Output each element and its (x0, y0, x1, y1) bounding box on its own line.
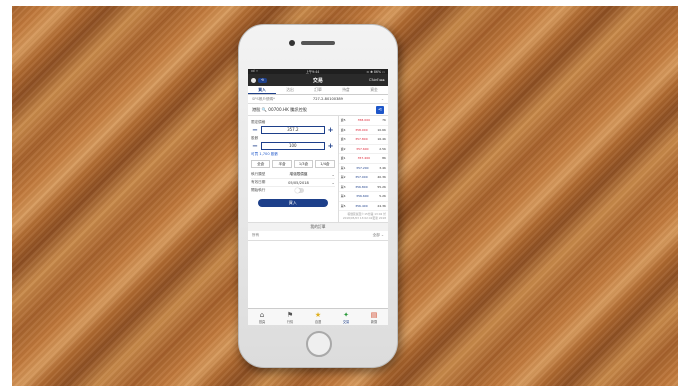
order-book-row[interactable]: 買1 357.200 3.4K (338, 164, 388, 173)
nav-home[interactable]: ⌂ 首頁 (248, 309, 276, 325)
share-icon[interactable]: ⋖ (376, 105, 384, 114)
full-position-button[interactable]: 全倉 (251, 160, 271, 168)
chevron-down-icon: ⌄ (380, 233, 384, 238)
refresh-icon[interactable]: ⟲ (258, 77, 267, 83)
price-label: 限定價格 (251, 120, 266, 124)
half-position-button[interactable]: 半倉 (272, 160, 292, 168)
search-icon: 🔍 (261, 106, 267, 112)
quantity-stepper: − 100 + (251, 142, 335, 150)
order-type-select[interactable]: 執行類型 增強限價盤 ⌄ (251, 171, 335, 179)
clock: 上午9:44 (305, 70, 320, 74)
order-book-row[interactable]: 賣3 357.800 16.4K (338, 135, 388, 145)
brand-logo: Chief ▸▸▸ (368, 78, 385, 82)
filter-value: 全部 (372, 233, 380, 238)
price-decrease-button[interactable]: − (251, 126, 259, 134)
order-book-row[interactable]: 買2 357.000 40.3K (338, 173, 388, 183)
filter-label: 所有 (252, 233, 260, 238)
buyable-quantity: 可買 1,700 股數 (251, 152, 278, 156)
battery-indicator: ⊙ ✱ 86% ▭ (366, 69, 385, 74)
price-stepper: − 357.2 + (251, 126, 335, 134)
quantity-input[interactable]: 100 (261, 142, 325, 150)
valid-date-label: 有效日期 (251, 180, 266, 184)
chevron-down-icon: ⌄ (380, 97, 384, 101)
bottom-navigation: ⌂ 首頁 ⚑ 行情 ★ 自選 ✦ 交易 ▤ 新聞 (248, 308, 388, 325)
start-toggle-row: 開始執行 (251, 187, 335, 194)
quote-delay-note: 報價延遲至少15分鐘 13:02 於2018/05/03 13:02:41更新 … (342, 212, 386, 220)
price-input[interactable]: 357.2 (261, 126, 325, 134)
app-screen: ıııl ⌔ 上午9:44 ⊙ ✱ 86% ▭ ⟲ 交易 Chief ▸▸▸ 買… (248, 69, 388, 325)
order-book-row[interactable]: 賣2 357.600 2.5K (338, 145, 388, 154)
order-book-row[interactable]: 賣1 357.400 8K (338, 154, 388, 164)
front-camera (289, 40, 295, 46)
home-button[interactable] (306, 331, 332, 357)
valid-date-value: 05/05/2018 (288, 180, 309, 185)
account-label: SPS帳戶號碼* (252, 96, 275, 101)
price-increase-button[interactable]: + (327, 126, 335, 134)
account-selector[interactable]: SPS帳戶號碼* 727-2-80100389 ⌄ (248, 95, 388, 104)
order-book-row[interactable]: 買3 356.800 55.2K (338, 183, 388, 192)
order-book-row[interactable]: 賣4 358.000 10.6K (338, 126, 388, 135)
tab-sell[interactable]: 沽出 (276, 86, 304, 94)
quantity-decrease-button[interactable]: − (251, 142, 259, 150)
quarter-position-button[interactable]: 1/4倉 (315, 160, 335, 168)
order-filter-select[interactable]: 所有 全部 ⌄ (248, 231, 388, 242)
valid-date-select[interactable]: 有效日期 05/05/2018 ⌄ (251, 179, 335, 187)
trade-tabs: 買入 沽出 訂單 持倉 資金 (248, 86, 388, 95)
page-title: 交易 (312, 77, 323, 84)
nav-news[interactable]: ▤ 新聞 (360, 309, 388, 325)
stock-selector[interactable]: 港股 🔍 00700.HK 騰訊控股 ⋖ (248, 104, 388, 116)
trade-icon: ✦ (343, 311, 349, 319)
order-book-row[interactable]: 買4 356.600 5.2K (338, 192, 388, 202)
order-form: 限定價格 − 357.2 + 股數 − 100 + 可買 1,700 股數 全倉… (248, 116, 338, 222)
buy-button[interactable]: 買入 (257, 199, 328, 207)
iphone-device: ıııl ⌔ 上午9:44 ⊙ ✱ 86% ▭ ⟲ 交易 Chief ▸▸▸ 買… (238, 24, 398, 368)
chevron-down-icon: ⌄ (331, 180, 335, 185)
account-number: 727-2-80100389 (312, 97, 343, 101)
order-type-value: 增強限價盤 (289, 172, 308, 176)
menu-icon[interactable] (251, 77, 256, 83)
chevron-down-icon: ⌄ (331, 172, 335, 177)
carrier-signal: ıııl ⌔ (251, 69, 259, 73)
market-icon: ⚑ (286, 311, 294, 319)
market-label: 港股 (252, 106, 261, 112)
home-icon: ⌂ (259, 311, 265, 319)
tab-orders[interactable]: 訂單 (304, 86, 332, 94)
start-toggle-label: 開始執行 (251, 188, 266, 192)
position-size-buttons: 全倉 半倉 1/3倉 1/4倉 (251, 160, 335, 168)
star-icon: ★ (314, 311, 322, 319)
order-book-row[interactable]: 買5 356.400 24.3K (338, 202, 388, 211)
earpiece-speaker (301, 41, 335, 45)
stock-code-name: 00700.HK 騰訊控股 (268, 106, 307, 112)
my-orders-header: 我的訂單 (248, 222, 388, 232)
order-type-label: 執行類型 (251, 172, 266, 176)
nav-trade[interactable]: ✦ 交易 (332, 309, 360, 325)
order-book-row[interactable]: 賣5 358.000 7K (338, 116, 388, 126)
tab-buy[interactable]: 買入 (248, 86, 276, 94)
order-area: 限定價格 − 357.2 + 股數 − 100 + 可買 1,700 股數 全倉… (248, 116, 388, 223)
tab-positions[interactable]: 持倉 (332, 86, 360, 94)
order-book: 賣5 358.000 7K 賣4 358.000 10.6K 賣3 357.800 16.4… (337, 116, 388, 223)
tab-funds[interactable]: 資金 (360, 86, 388, 94)
nav-market[interactable]: ⚑ 行情 (276, 309, 304, 325)
start-toggle[interactable] (295, 188, 305, 193)
nav-watchlist[interactable]: ★ 自選 (304, 309, 332, 325)
quantity-increase-button[interactable]: + (327, 142, 335, 150)
third-position-button[interactable]: 1/3倉 (293, 160, 314, 168)
app-header: ⟲ 交易 Chief ▸▸▸ (248, 74, 388, 86)
quantity-label: 股數 (251, 136, 259, 140)
news-icon: ▤ (370, 311, 378, 319)
